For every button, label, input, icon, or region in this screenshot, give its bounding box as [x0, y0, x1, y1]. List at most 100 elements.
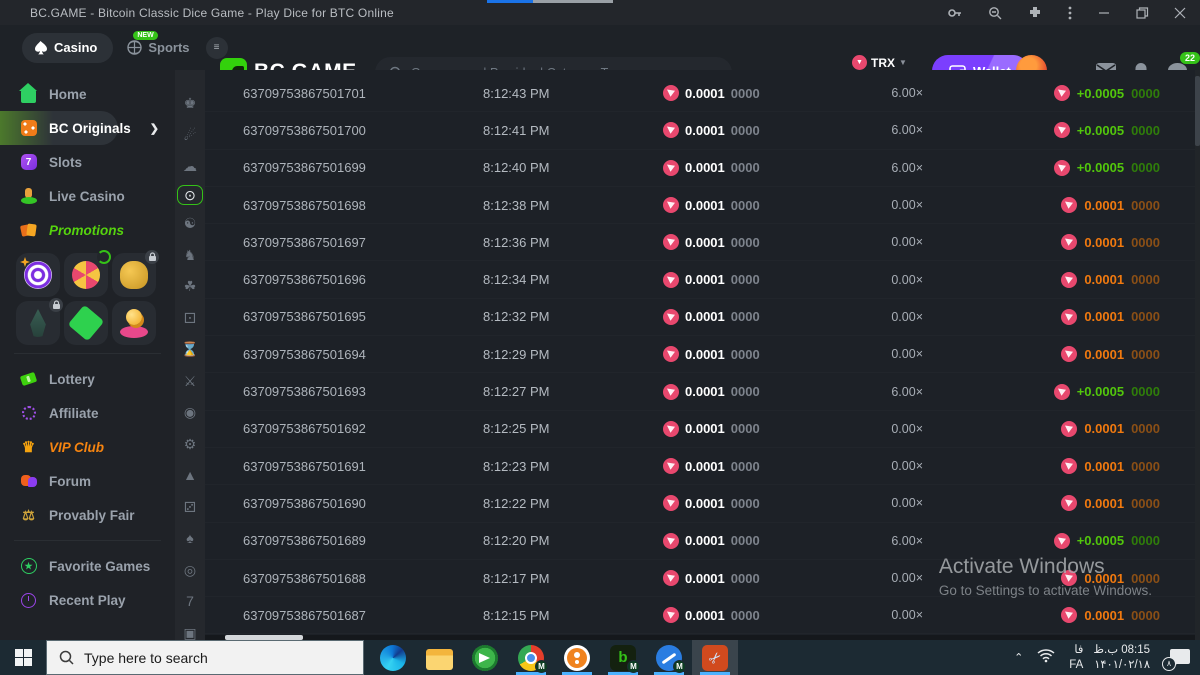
sidebar-item-label: Lottery: [49, 371, 95, 387]
bet-row[interactable]: 63709753867501695 8:12:32 PM 0.0001 0000 …: [205, 299, 1200, 337]
bet-row[interactable]: 63709753867501699 8:12:40 PM 0.0001 0000 …: [205, 150, 1200, 187]
chat-unread-badge: 22: [1180, 52, 1200, 64]
sidebar-item-bc-originals[interactable]: BC Originals ❯: [0, 111, 175, 145]
bet-row[interactable]: 63709753867501691 8:12:23 PM 0.0001 0000 …: [205, 448, 1200, 486]
game-icon-sword[interactable]: ⚔: [181, 372, 199, 390]
tray-date: ۱۴۰۱/۰۲/۱۸: [1094, 659, 1150, 671]
bet-row[interactable]: 63709753867501697 8:12:36 PM 0.0001 0000 …: [205, 224, 1200, 262]
sidebar-item-promotions[interactable]: Promotions: [0, 213, 175, 247]
bet-time: 8:12:27 PM: [483, 384, 550, 400]
game-icon-crab[interactable]: ♞: [181, 246, 199, 264]
sidebar-item-forum[interactable]: Forum: [0, 464, 175, 498]
game-icon-crown[interactable]: ♚: [181, 94, 199, 112]
sidebar-item-recent-play[interactable]: Recent Play: [0, 583, 175, 617]
game-icon-coins[interactable]: ☯: [181, 214, 199, 232]
restore-button[interactable]: [1136, 6, 1149, 19]
game-icon-plinko[interactable]: ☘: [181, 277, 199, 295]
sidebar-item-provably-fair[interactable]: ⚖ Provably Fair: [0, 498, 175, 532]
wifi-icon[interactable]: [1037, 648, 1055, 667]
bet-row[interactable]: 63709753867501687 8:12:15 PM 0.0001 0000 …: [205, 597, 1200, 635]
dart-game-tile[interactable]: [16, 253, 60, 297]
close-button[interactable]: [1174, 7, 1186, 19]
extensions-puzzle-icon[interactable]: [1028, 6, 1042, 20]
bet-row[interactable]: 63709753867501688 8:12:17 PM 0.0001 0000 …: [205, 560, 1200, 598]
browser-menu-icon[interactable]: [1068, 6, 1072, 20]
sidebar-item-lottery[interactable]: Lottery: [0, 362, 175, 396]
sidebar-item-slots[interactable]: 7 Slots: [0, 145, 175, 179]
bet-id: 63709753867501693: [243, 384, 366, 400]
game-icon-dice[interactable]: ⚀: [181, 309, 199, 327]
notification-center-icon[interactable]: ۸: [1162, 647, 1190, 671]
vertical-scrollbar[interactable]: [1195, 70, 1200, 640]
search-icon: [59, 650, 74, 665]
bet-row[interactable]: 63709753867501694 8:12:29 PM 0.0001 0000 …: [205, 336, 1200, 374]
bet-row[interactable]: 63709753867501690 8:12:22 PM 0.0001 0000 …: [205, 485, 1200, 523]
tray-expand-icon[interactable]: ⌃: [1014, 651, 1023, 664]
game-icon-bomb[interactable]: ☄: [181, 126, 199, 144]
game-icon-timer[interactable]: ⌛: [181, 340, 199, 358]
active-game-highlight[interactable]: ⊙: [177, 184, 203, 205]
zoom-out-icon[interactable]: [988, 6, 1002, 20]
game-icon-seven[interactable]: 7: [181, 592, 199, 610]
idm-icon: [472, 644, 498, 671]
spin-wheel-tile[interactable]: [64, 250, 111, 297]
bet-row[interactable]: 63709753867501692 8:12:25 PM 0.0001 0000 …: [205, 411, 1200, 448]
bet-amount: 0.0001 0000: [663, 197, 868, 214]
bet-profit: 0.0001 0000: [923, 346, 1200, 363]
sidebar-collapse-button[interactable]: ≡: [205, 36, 228, 59]
idm-icon[interactable]: [462, 640, 508, 675]
game-icon-car[interactable]: ⚙: [181, 435, 199, 453]
bet-id: 63709753867501688: [243, 570, 366, 586]
bet-row[interactable]: 63709753867501698 8:12:38 PM 0.0001 0000 …: [205, 187, 1200, 225]
price-tag-tile[interactable]: [64, 301, 108, 345]
game-icon-classic-dice[interactable]: ⊙: [181, 186, 199, 204]
sidebar-item-favorite-games[interactable]: ★ Favorite Games: [0, 549, 175, 583]
sidebar-item-live-casino[interactable]: Live Casino: [0, 179, 175, 213]
openvpn-icon[interactable]: [554, 640, 600, 675]
sports-tab[interactable]: NEW Sports: [127, 31, 190, 55]
bet-multiplier: 6.00×: [891, 533, 923, 548]
edge-icon[interactable]: [370, 640, 416, 675]
bet-profit: 0.0001 0000: [923, 420, 1200, 437]
snipping-tool-icon[interactable]: [692, 640, 738, 675]
m-badge: M: [627, 660, 640, 673]
game-icon-dice-gear[interactable]: ⚂: [181, 498, 199, 516]
game-icon-eye[interactable]: ◉: [181, 403, 199, 421]
bet-amount: 0.0001 0000: [663, 308, 868, 325]
bcgame-app-icon[interactable]: bM: [600, 640, 646, 675]
chrome-icon[interactable]: M: [508, 640, 554, 675]
trx-coin-icon: [1053, 383, 1070, 400]
bet-row[interactable]: 63709753867501700 8:12:41 PM 0.0001 0000 …: [205, 112, 1200, 150]
game-icon-ufo[interactable]: ☁: [181, 157, 199, 175]
casino-tab[interactable]: Casino: [22, 32, 114, 63]
sidebar-item-affiliate[interactable]: Affiliate: [0, 396, 175, 430]
sidebar-item-vip-club[interactable]: ♛ VIP Club: [0, 430, 175, 464]
bet-row[interactable]: 63709753867501689 8:12:20 PM 0.0001 0000 …: [205, 523, 1200, 560]
game-icon-cards[interactable]: ♠: [181, 529, 199, 547]
bet-row[interactable]: 63709753867501693 8:12:27 PM 0.0001 0000 …: [205, 373, 1200, 411]
tray-time: 08:15 ب.ظ: [1093, 643, 1150, 656]
bet-amount: 0.0001 0000: [663, 570, 868, 586]
game-icon-ring[interactable]: ◎: [181, 561, 199, 579]
sidebar-item-label: Recent Play: [49, 592, 126, 608]
bet-row[interactable]: 63709753867501696 8:12:34 PM 0.0001 0000 …: [205, 261, 1200, 299]
game-icon-rocket[interactable]: ▲: [181, 466, 199, 484]
file-explorer-icon[interactable]: [416, 640, 462, 675]
start-button[interactable]: [0, 640, 46, 675]
coins-tile[interactable]: [112, 301, 156, 345]
taskbar-search-input[interactable]: Type here to search: [46, 640, 364, 675]
game-icon-keno[interactable]: ▣: [181, 624, 199, 642]
clock-and-language[interactable]: 08:15 ب.ظ ۱۴۰۱/۰۲/۱۸ فا FA: [1069, 643, 1150, 673]
minimize-button[interactable]: [1098, 7, 1110, 19]
bet-multiplier: 0.00×: [891, 272, 923, 287]
piggy-bank-tile[interactable]: [112, 250, 159, 297]
messenger-icon[interactable]: M: [646, 640, 692, 675]
bet-row[interactable]: 63709753867501701 8:12:43 PM 0.0001 0000 …: [205, 75, 1200, 113]
bet-amount: 0.0001 0000: [663, 495, 868, 512]
password-key-icon[interactable]: [948, 6, 962, 20]
trx-coin-icon: [663, 159, 679, 176]
tray-lang-code: FA: [1069, 659, 1084, 671]
rocket-tile[interactable]: [16, 298, 63, 345]
sidebar-item-home[interactable]: Home: [0, 77, 175, 111]
bet-profit: +0.0005 0000: [923, 383, 1200, 400]
